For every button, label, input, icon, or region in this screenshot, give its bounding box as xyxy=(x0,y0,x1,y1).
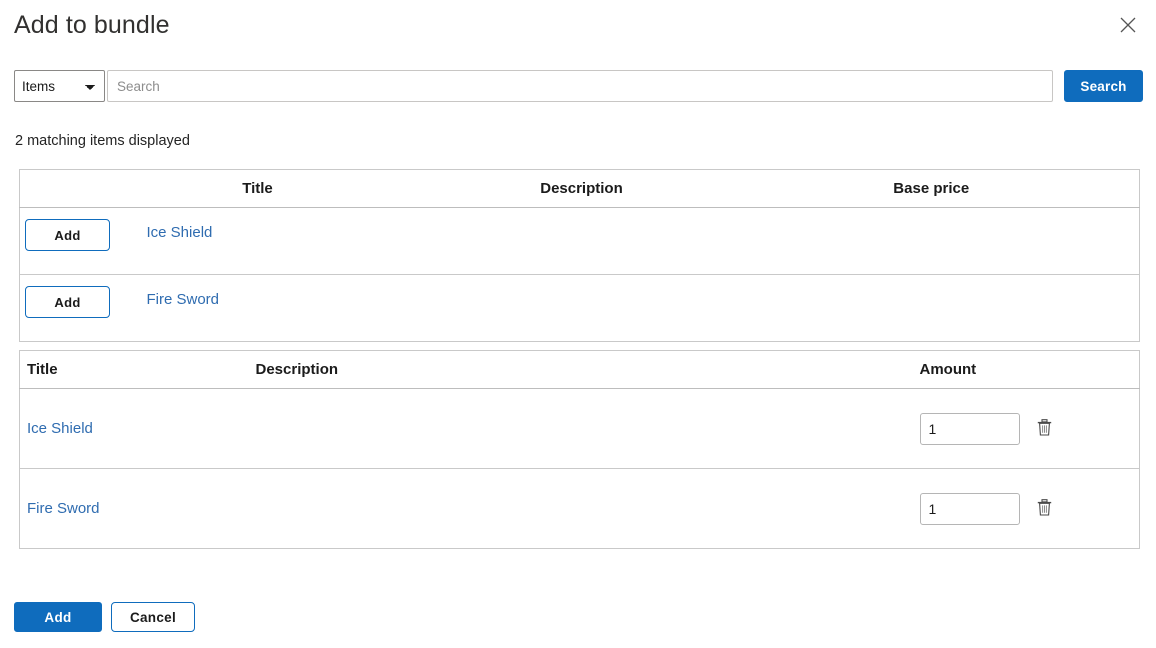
row-title-cell: Ice Shield xyxy=(19,388,252,469)
row-description-cell xyxy=(371,207,792,275)
item-link[interactable]: Fire Sword xyxy=(147,291,220,308)
column-header-description: Description xyxy=(371,169,792,208)
search-results-table: Title Description Base price Add Ice Shi… xyxy=(19,169,1140,342)
column-header-amount: Amount xyxy=(901,350,1140,389)
cancel-button[interactable]: Cancel xyxy=(111,602,195,632)
close-icon xyxy=(1119,16,1137,34)
column-header-description: Description xyxy=(251,350,902,389)
row-action-cell: Add xyxy=(19,274,144,342)
table-row: Ice Shield xyxy=(19,388,1140,469)
amount-input[interactable] xyxy=(919,412,1020,445)
add-item-button[interactable]: Add xyxy=(25,219,110,251)
row-amount-cell xyxy=(901,388,1140,469)
row-base-price-cell xyxy=(791,207,1140,275)
table-header-row: Title Description Amount xyxy=(19,350,1140,389)
row-amount-cell xyxy=(901,468,1140,549)
add-to-bundle-dialog: Add to bundle Items Search 2 matching it… xyxy=(0,0,1156,648)
row-title-cell: Fire Sword xyxy=(143,274,372,342)
table-row: Add Fire Sword xyxy=(19,274,1140,342)
column-header-title: Title xyxy=(19,350,252,389)
dialog-footer: Add Cancel xyxy=(14,602,195,632)
row-title-cell: Ice Shield xyxy=(143,207,372,275)
amount-input[interactable] xyxy=(919,492,1020,525)
table-row: Add Ice Shield xyxy=(19,207,1140,275)
item-link[interactable]: Fire Sword xyxy=(27,500,100,517)
selected-items-table: Title Description Amount Ice Shield 1 Fi… xyxy=(19,350,1140,549)
column-header-base-price: Base price xyxy=(791,169,1140,208)
result-count-label: 2 matching items displayed xyxy=(15,133,190,149)
row-description-cell xyxy=(251,468,902,549)
close-button[interactable] xyxy=(1112,9,1144,41)
page-title: Add to bundle xyxy=(14,11,170,39)
search-bar: Items Search xyxy=(14,70,1143,102)
row-title-cell: Fire Sword xyxy=(19,468,252,549)
search-input[interactable] xyxy=(107,70,1053,102)
row-description-cell xyxy=(371,274,792,342)
row-action-cell: Add xyxy=(19,207,144,275)
row-base-price-cell xyxy=(791,274,1140,342)
trash-icon xyxy=(1037,418,1052,439)
table-row: Fire Sword xyxy=(19,468,1140,549)
item-link[interactable]: Ice Shield xyxy=(147,224,213,241)
column-header-title: Title xyxy=(143,169,372,208)
item-link[interactable]: Ice Shield xyxy=(27,420,93,437)
delete-row-button[interactable] xyxy=(1035,418,1055,440)
search-type-select[interactable]: Items xyxy=(14,70,105,102)
table-header-row: Title Description Base price xyxy=(19,169,1140,208)
delete-row-button[interactable] xyxy=(1035,498,1055,520)
row-description-cell xyxy=(251,388,902,469)
search-button[interactable]: Search xyxy=(1064,70,1143,102)
column-header-action xyxy=(19,169,144,208)
submit-add-button[interactable]: Add xyxy=(14,602,102,632)
add-item-button[interactable]: Add xyxy=(25,286,110,318)
trash-icon xyxy=(1037,498,1052,519)
